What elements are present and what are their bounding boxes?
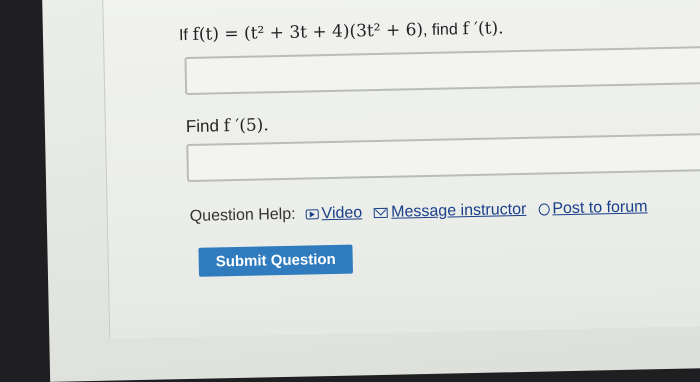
question-help-label: Question Help:: [189, 205, 296, 225]
question-2-prefix: Find: [185, 116, 220, 137]
question-1-text: If f(t) = (t² + 3t + 4)(3t² + 6), find f…: [179, 18, 504, 45]
submit-question-button[interactable]: Submit Question: [198, 244, 354, 277]
question-1-suffix: .: [497, 18, 504, 39]
question-2-text: Find f ′(5).: [186, 115, 269, 137]
answer-1-input[interactable]: [184, 45, 700, 96]
question-1-mid: , find: [422, 21, 458, 40]
question-1-target: f ′(t): [462, 18, 499, 40]
video-link[interactable]: Video: [305, 204, 362, 223]
answer-2-input[interactable]: [186, 132, 700, 183]
question-1-prefix: If: [178, 26, 189, 45]
page: If f(t) = (t² + 3t + 4)(3t² + 6), find f…: [42, 0, 700, 382]
question-2-suffix: .: [263, 115, 269, 136]
message-instructor-link[interactable]: Message instructor: [374, 201, 527, 222]
post-to-forum-label: Post to forum: [552, 198, 648, 218]
question-2-target: f ′(5): [223, 115, 264, 137]
question-1-function: f(t) = (t² + 3t + 4)(3t² + 6): [192, 20, 424, 45]
speech-bubble-icon: [538, 203, 550, 216]
message-instructor-label: Message instructor: [391, 200, 527, 221]
question-help-bar: Question Help: Video Message instructor …: [190, 198, 660, 226]
video-icon: [305, 209, 319, 220]
post-to-forum-link[interactable]: Post to forum: [538, 198, 648, 218]
video-link-label: Video: [321, 204, 363, 223]
mail-icon: [374, 207, 389, 219]
question-card: If f(t) = (t² + 3t + 4)(3t² + 6), find f…: [101, 0, 700, 339]
